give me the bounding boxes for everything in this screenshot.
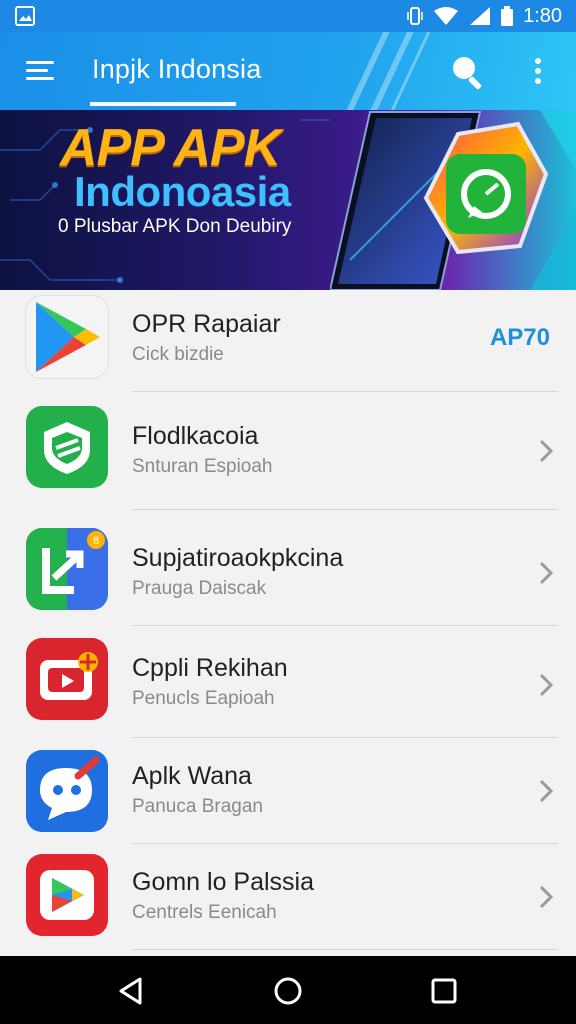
app-subtitle: Prauga Daiscak [132, 578, 267, 599]
divider [132, 949, 558, 950]
chevron-right-icon [539, 885, 554, 909]
chevron-right-icon [539, 561, 554, 585]
app-bar: Inpjk Indonsia [0, 32, 576, 110]
app-subtitle: Penucls Eapioah [132, 688, 275, 709]
menu-icon[interactable] [26, 56, 58, 86]
play-store-icon [26, 296, 108, 378]
vibrate-icon [407, 7, 423, 25]
app-subtitle: Centrels Eenicah [132, 902, 277, 923]
list-item[interactable]: 8 Supjatiroaokpkcina Prauga Daiscak [0, 510, 576, 626]
chevron-right-icon [539, 779, 554, 803]
app-name: Supjatiroaokpkcina [132, 544, 344, 572]
chevron-right-icon [539, 439, 554, 463]
app-name: Cppli Rekihan [132, 654, 288, 682]
system-nav-bar [0, 956, 576, 1024]
chat-bubble-icon [26, 750, 108, 832]
red-play-icon [26, 854, 108, 936]
arrow-box-icon: 8 [26, 528, 108, 610]
green-shield-icon [26, 406, 108, 488]
search-icon[interactable] [446, 50, 490, 94]
app-title: Inpjk Indonsia [92, 54, 262, 84]
app-badge: AP70 [489, 324, 550, 351]
decor-streak [330, 32, 396, 110]
app-list: OPR Rapaiar Cick bizdie AP70 Flodlkacoia… [0, 290, 576, 950]
gallery-icon [15, 6, 35, 26]
app-subtitle: Cick bizdie [132, 344, 224, 365]
banner-tagline: 0 Plusbar APK Don Deubiry [58, 216, 292, 237]
more-vert-icon[interactable] [524, 54, 552, 94]
status-bar: 1:80 [0, 0, 576, 32]
app-name: OPR Rapaiar [132, 310, 281, 338]
wifi-icon [434, 7, 459, 25]
app-subtitle: Panuca Bragan [132, 796, 263, 817]
recents-icon[interactable] [427, 974, 461, 1008]
red-video-icon [26, 638, 108, 720]
list-item[interactable]: OPR Rapaiar Cick bizdie AP70 [0, 290, 576, 392]
signal-icon [470, 7, 491, 25]
app-name: Aplk Wana [132, 762, 252, 790]
clock: 1:80 [523, 4, 562, 27]
tab-indicator [90, 102, 236, 106]
app-name: Gomn lo Palssia [132, 868, 315, 896]
chevron-right-icon [539, 673, 554, 697]
back-icon[interactable] [114, 974, 148, 1008]
list-item[interactable]: Gomn lo Palssia Centrels Eenicah [0, 844, 576, 950]
home-icon[interactable] [271, 974, 305, 1008]
list-item[interactable]: Aplk Wana Panuca Bragan [0, 738, 576, 844]
svg-text:8: 8 [93, 535, 99, 547]
list-item[interactable]: Cppli Rekihan Penucls Eapioah [0, 626, 576, 738]
banner-subtitle: Indonoasia [74, 168, 291, 215]
list-item[interactable]: Flodlkacoia Snturan Espioah [0, 392, 576, 510]
promo-banner[interactable]: APP APK Indonoasia 0 Plusbar APK Don Deu… [0, 110, 576, 290]
app-subtitle: Snturan Espioah [132, 456, 273, 477]
app-name: Flodlkacoia [132, 422, 259, 450]
battery-icon [501, 6, 514, 26]
phone-graphic [330, 110, 576, 290]
